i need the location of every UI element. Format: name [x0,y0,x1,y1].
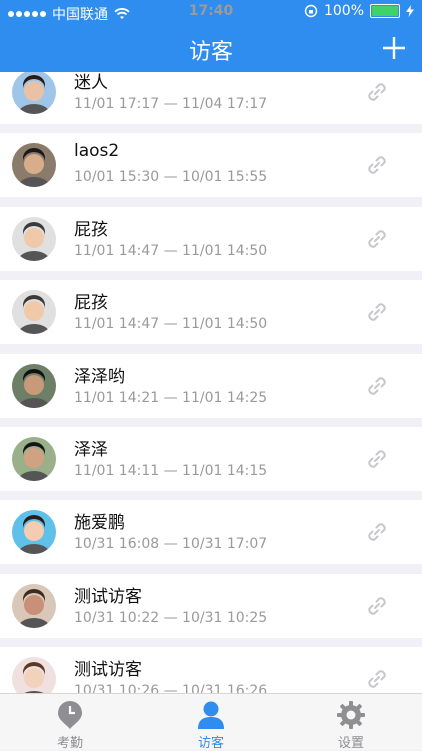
visitor-row[interactable]: 泽泽 11/01 14:11 — 11/01 14:15 [0,427,422,491]
avatar [12,216,56,261]
avatar [12,363,56,408]
visitor-name: 施爱鹏 [74,513,125,534]
visit-time-range: 11/01 17:17 — 11/04 17:17 [74,96,268,112]
visitor-row[interactable]: laos2 10/01 15:30 — 10/01 15:55 [0,133,422,198]
avatar [12,72,56,114]
battery-icon [370,4,400,18]
visit-time-range: 10/01 15:30 — 10/01 15:55 [74,169,268,186]
share-link-button[interactable] [364,446,390,472]
share-link-button[interactable] [364,373,390,399]
visitor-name: 迷人 [74,73,108,93]
visit-time-range: 11/01 14:21 — 11/01 14:25 [74,389,268,406]
tab-bar: 考勤 访客 设置 [0,693,422,751]
clock-pin-icon [58,701,82,729]
visitor-name: laos2 [74,141,120,162]
link-icon [368,523,386,542]
visitor-row[interactable]: 泽泽哟 11/01 14:21 — 11/01 14:25 [0,353,422,418]
visitor-name: 测试访客 [74,586,142,607]
visit-time-range: 11/01 14:47 — 11/01 14:50 [74,316,268,333]
visitor-name: 测试访客 [74,660,142,681]
link-icon [368,670,386,688]
tab-attendance[interactable]: 考勤 [30,700,110,751]
tab-settings-label: 设置 [337,736,364,751]
visitor-row[interactable]: 测试访客 10/31 10:26 — 10/31 16:26 [0,647,422,694]
visitor-name: 泽泽哟 [74,366,125,387]
visitor-name: 屁孩 [74,219,108,240]
link-icon [368,450,386,468]
visit-time-range: 11/01 14:11 — 11/01 14:15 [74,463,268,479]
tab-visitor-label: 访客 [197,736,224,751]
avatar [12,583,56,628]
link-icon [368,230,386,248]
person-icon [198,701,224,729]
share-link-button[interactable] [364,299,390,325]
visitor-name: 屁孩 [74,293,108,314]
avatar [12,510,56,555]
visit-time-range: 10/31 10:22 — 10/31 10:25 [74,609,268,626]
visitor-name: 泽泽 [74,440,108,460]
status-bar: 中国联通 17:40 100% [0,0,422,24]
avatar [12,437,56,481]
visitor-row[interactable]: 测试访客 10/31 10:22 — 10/31 10:25 [0,573,422,638]
share-link-button[interactable] [364,79,390,105]
rotation-lock-icon [304,4,318,18]
status-right: 100% [304,3,414,19]
share-link-button[interactable] [364,593,390,619]
avatar [12,657,56,694]
link-icon [368,376,386,395]
share-link-button[interactable] [364,519,390,545]
tab-attendance-label: 考勤 [56,736,83,751]
share-link-button[interactable] [364,226,390,252]
tab-settings[interactable]: 设置 [311,700,391,751]
avatar [12,143,56,188]
navigation-bar: 访客 [0,24,422,72]
visitor-row[interactable]: 屁孩 11/01 14:47 — 11/01 14:50 [0,206,422,271]
page-title: 访客 [188,40,233,65]
battery-percent: 100% [323,3,364,19]
share-link-button[interactable] [364,152,390,178]
avatar [12,290,56,335]
charging-icon [406,5,414,17]
link-icon [368,156,386,175]
visitor-row[interactable]: 屁孩 11/01 14:47 — 11/01 14:50 [0,280,422,345]
link-icon [368,83,386,101]
gear-icon [337,701,365,729]
visitor-row[interactable]: 迷人 11/01 17:17 — 11/04 17:17 [0,72,422,124]
visit-time-range: 10/31 16:08 — 10/31 17:07 [74,536,268,553]
link-icon [368,597,386,615]
visit-time-range: 11/01 14:47 — 11/01 14:50 [74,242,268,259]
share-link-button[interactable] [364,666,390,692]
plus-icon [383,37,405,59]
tab-visitor[interactable]: 访客 [171,700,251,751]
add-visitor-button[interactable] [382,32,406,65]
visitor-list[interactable]: 迷人 11/01 17:17 — 11/04 17:17 laos2 10/01 15… [0,72,422,694]
visitor-row[interactable]: 施爱鹏 10/31 16:08 — 10/31 17:07 [0,500,422,565]
link-icon [368,303,386,321]
